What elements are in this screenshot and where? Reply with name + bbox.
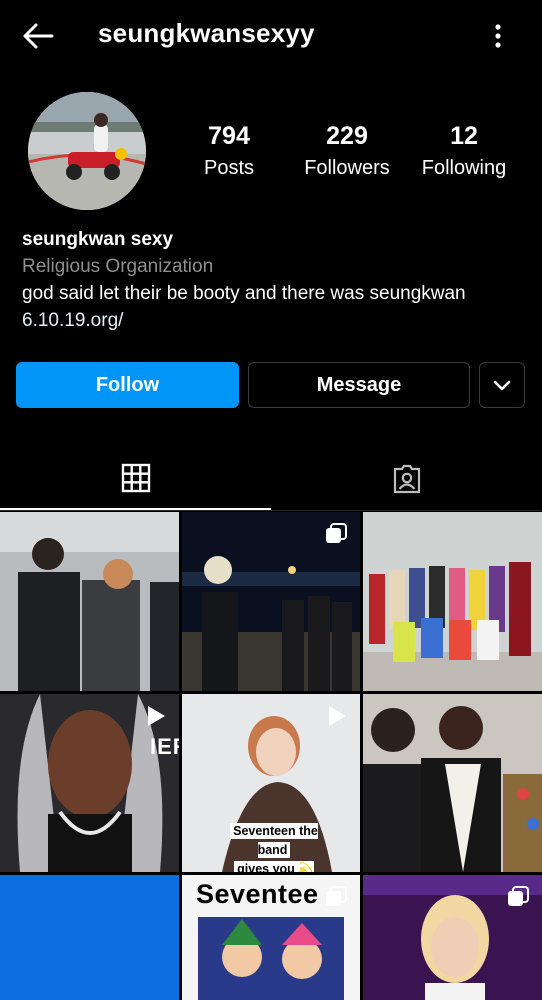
following-count: 12 [450, 122, 478, 150]
caption-line-1: Seventeen the band [230, 823, 318, 858]
post-tile-1[interactable] [0, 512, 179, 691]
stat-following[interactable]: 12 Following [399, 122, 529, 180]
grid-icon [121, 463, 150, 493]
post-tile-5[interactable]: Seventeen the band gives you 💫positive a… [182, 694, 360, 872]
video-play-icon [148, 706, 165, 726]
top-bar: seungkwansexyy [0, 0, 542, 72]
arrow-left-icon [23, 23, 54, 49]
profile-category[interactable]: Religious Organization [22, 253, 522, 280]
bio-text: god said let their be booty and there wa… [22, 283, 466, 304]
chevron-down-icon [493, 380, 511, 391]
caption-line-2: gives you 💫positive [234, 861, 314, 872]
posts-label: Posts [203, 157, 255, 179]
post-image [0, 512, 179, 691]
post-tile-4[interactable]: IER [0, 694, 179, 872]
posts-grid: IER Seventeen the band gives you 💫positi… [0, 512, 542, 1000]
carousel-icon [326, 523, 347, 543]
partial-overlay-text: IER [150, 734, 179, 759]
stat-posts[interactable]: 794 Posts [164, 122, 294, 180]
suggested-accounts-button[interactable] [479, 362, 525, 408]
profile-avatar[interactable] [28, 92, 146, 210]
post-tile-3[interactable] [363, 512, 542, 691]
more-vertical-icon [495, 24, 501, 48]
post-tile-9[interactable] [363, 875, 542, 1000]
message-button[interactable]: Message [248, 362, 470, 408]
back-button[interactable] [18, 18, 58, 54]
tagged-person-icon [393, 464, 420, 494]
post-tile-2[interactable] [182, 512, 360, 691]
post-tile-8[interactable]: Seventee [182, 875, 360, 1000]
profile-username-title: seungkwansexyy [98, 18, 315, 48]
post-image [0, 875, 179, 1000]
carousel-icon [508, 886, 529, 906]
followers-count: 229 [326, 122, 368, 150]
post-tile-6[interactable] [363, 694, 542, 872]
video-play-icon [329, 706, 346, 726]
profile-bio: seungkwan sexy Religious Organization go… [22, 226, 522, 334]
avatar-photo [28, 92, 146, 210]
post-tile-7[interactable] [0, 875, 179, 1000]
post-title-text: Seventee [196, 879, 319, 909]
posts-count: 794 [208, 122, 250, 150]
follow-button[interactable]: Follow [16, 362, 239, 408]
followers-label: Followers [304, 157, 390, 179]
post-image [363, 512, 542, 691]
more-options-button[interactable] [484, 18, 512, 54]
post-image [363, 694, 542, 872]
profile-tabs [0, 448, 542, 511]
tab-posts-grid[interactable] [0, 448, 271, 510]
carousel-icon [326, 886, 347, 906]
profile-display-name: seungkwan sexy [22, 229, 174, 250]
tab-tagged[interactable] [271, 448, 542, 510]
post-caption: Seventeen the band gives you 💫positive a… [212, 822, 336, 872]
bio-link[interactable]: 6.10.19.org/ [22, 307, 522, 334]
stat-followers[interactable]: 229 Followers [282, 122, 412, 180]
following-label: Following [421, 157, 507, 179]
